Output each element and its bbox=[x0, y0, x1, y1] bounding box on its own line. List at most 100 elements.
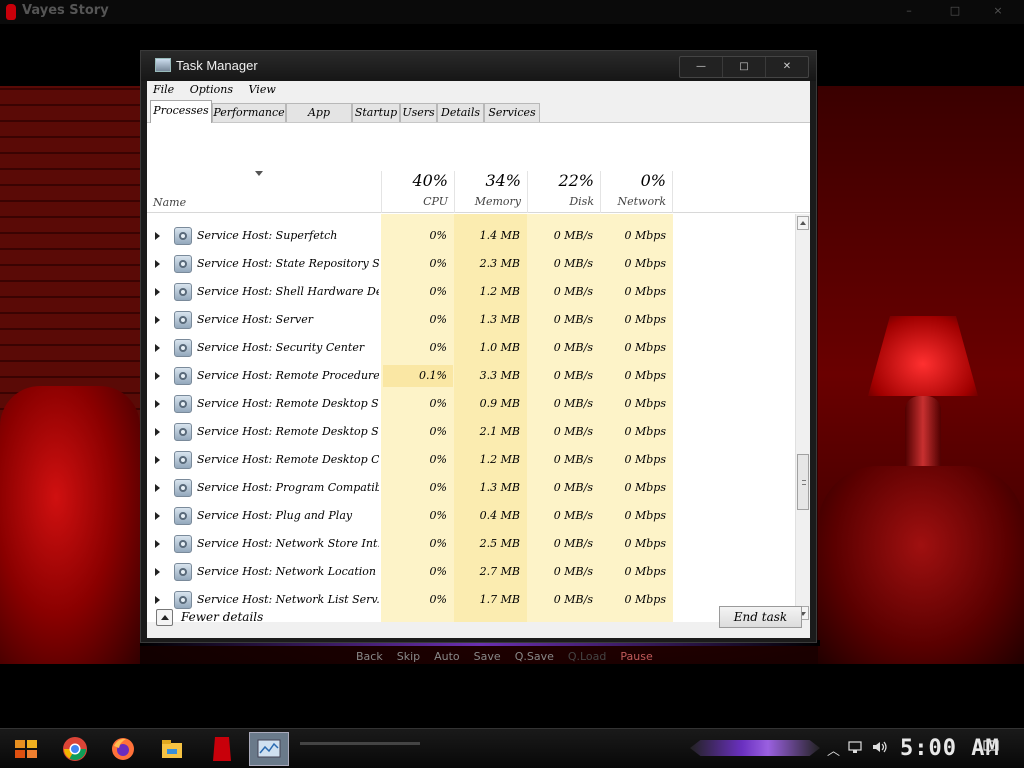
network-label: Network bbox=[617, 195, 666, 208]
vertical-scrollbar[interactable] bbox=[795, 214, 810, 622]
start-button[interactable] bbox=[6, 732, 46, 766]
column-network[interactable]: 0% Network bbox=[600, 171, 673, 213]
expand-arrow-icon[interactable] bbox=[155, 260, 160, 268]
process-name: Service Host: Superfetch bbox=[197, 229, 338, 242]
process-row[interactable]: Service Host: Network Location ... 0% 2.7 … bbox=[147, 558, 795, 586]
action-center-icon[interactable] bbox=[983, 740, 999, 758]
process-disk: 0 MB/s bbox=[553, 593, 593, 606]
process-name: Service Host: State Repository S... bbox=[197, 257, 379, 270]
expand-arrow-icon[interactable] bbox=[155, 540, 160, 548]
column-disk[interactable]: 22% Disk bbox=[527, 171, 600, 213]
process-memory: 1.3 MB bbox=[479, 313, 520, 326]
process-row[interactable]: Service Host: Program Compatibi... 0% 1.3 … bbox=[147, 474, 795, 502]
fewer-details-link[interactable]: Fewer details bbox=[181, 610, 263, 624]
expand-arrow-icon[interactable] bbox=[155, 232, 160, 240]
process-row[interactable]: Service Host: Remote Desktop S... 0% 0.9 M… bbox=[147, 390, 795, 418]
column-memory[interactable]: 34% Memory bbox=[454, 171, 527, 213]
process-row[interactable]: Service Host: Superfetch 0% 1.4 MB 0 MB/s 0 … bbox=[147, 222, 795, 250]
chrome-button[interactable] bbox=[55, 732, 95, 766]
game-close-button[interactable]: × bbox=[983, 4, 1013, 20]
process-memory: 1.4 MB bbox=[479, 229, 520, 242]
menu-file[interactable]: File bbox=[147, 81, 180, 96]
process-network: 0 Mbps bbox=[624, 229, 667, 242]
process-row[interactable]: Service Host: Network Store Int... 0% 2.5 … bbox=[147, 530, 795, 558]
process-row[interactable]: Service Host: Remote Desktop S... 0% 2.1 M… bbox=[147, 418, 795, 446]
column-name[interactable]: Name bbox=[153, 196, 186, 209]
maximize-button[interactable]: □ bbox=[723, 57, 766, 77]
tab-processes[interactable]: Processes bbox=[150, 100, 212, 123]
quick-menu-pause[interactable]: Pause bbox=[620, 650, 652, 666]
expand-arrow-icon[interactable] bbox=[155, 428, 160, 436]
red-sofa bbox=[0, 386, 140, 664]
show-hidden-icons-icon[interactable]: ︿ bbox=[827, 740, 840, 759]
scroll-thumb[interactable] bbox=[797, 454, 809, 510]
service-gear-icon bbox=[174, 283, 192, 301]
tab-users[interactable]: Users bbox=[400, 103, 437, 122]
process-cpu: 0% bbox=[429, 341, 447, 354]
scroll-up-button[interactable] bbox=[797, 216, 809, 230]
tab-performance[interactable]: Performance bbox=[212, 103, 286, 122]
service-gear-icon bbox=[174, 451, 192, 469]
expand-arrow-icon[interactable] bbox=[155, 316, 160, 324]
process-name: Service Host: Plug and Play bbox=[197, 509, 353, 522]
process-disk: 0 MB/s bbox=[553, 537, 593, 550]
process-row[interactable]: Service Host: Plug and Play 0% 0.4 MB 0 MB/… bbox=[147, 502, 795, 530]
tab-services[interactable]: Services bbox=[484, 103, 540, 122]
file-explorer-button[interactable] bbox=[152, 732, 192, 766]
menu-view[interactable]: View bbox=[243, 81, 282, 96]
game-maximize-button[interactable]: □ bbox=[940, 4, 970, 20]
tab-details[interactable]: Details bbox=[437, 103, 484, 122]
expand-arrow-icon[interactable] bbox=[155, 400, 160, 408]
expand-arrow-icon[interactable] bbox=[155, 568, 160, 576]
process-row[interactable]: Service Host: Security Center 0% 1.0 MB 0 M… bbox=[147, 334, 795, 362]
expand-arrow-icon[interactable] bbox=[155, 596, 160, 604]
quick-menu-back[interactable]: Back bbox=[356, 650, 383, 666]
volume-icon[interactable] bbox=[871, 740, 889, 758]
quick-menu-qload[interactable]: Q.Load bbox=[568, 650, 607, 666]
process-name: Service Host: Remote Desktop S... bbox=[197, 397, 379, 410]
fewer-details-icon[interactable] bbox=[156, 609, 173, 626]
quick-menu-save[interactable]: Save bbox=[474, 650, 501, 666]
expand-arrow-icon[interactable] bbox=[155, 512, 160, 520]
menu-options[interactable]: Options bbox=[184, 81, 239, 96]
quick-menu-auto[interactable]: Auto bbox=[434, 650, 460, 666]
end-task-button[interactable]: End task bbox=[719, 606, 802, 628]
process-name: Service Host: Remote Desktop Co... bbox=[197, 453, 379, 466]
process-memory: 3.3 MB bbox=[479, 369, 520, 382]
process-cpu: 0% bbox=[429, 481, 447, 494]
grip-icon bbox=[802, 480, 806, 485]
process-row[interactable]: Service Host: Remote Procedure ... 0.1% 3.… bbox=[147, 362, 795, 390]
process-row[interactable]: Service Host: State Repository S... 0% 2.3… bbox=[147, 250, 795, 278]
quick-menu: Back Skip Auto Save Q.Save Q.Load Pause bbox=[356, 650, 667, 666]
service-gear-icon bbox=[174, 367, 192, 385]
process-row[interactable]: Service Host: Remote Desktop Co... 0% 1.2 … bbox=[147, 446, 795, 474]
tab-app-history[interactable]: App history bbox=[286, 103, 352, 136]
network-icon[interactable] bbox=[848, 740, 864, 758]
expand-arrow-icon[interactable] bbox=[155, 288, 160, 296]
minimize-button[interactable]: — bbox=[680, 57, 723, 77]
process-disk: 0 MB/s bbox=[553, 341, 593, 354]
expand-arrow-icon[interactable] bbox=[155, 344, 160, 352]
expand-arrow-icon[interactable] bbox=[155, 372, 160, 380]
expand-arrow-icon[interactable] bbox=[155, 456, 160, 464]
quick-menu-skip[interactable]: Skip bbox=[397, 650, 420, 666]
process-name: Service Host: Remote Desktop S... bbox=[197, 425, 379, 438]
quick-menu-qsave[interactable]: Q.Save bbox=[515, 650, 554, 666]
process-cpu: 0% bbox=[429, 229, 447, 242]
column-cpu[interactable]: 40% CPU bbox=[381, 171, 454, 213]
process-row[interactable]: Service Host: Shell Hardware De... 0% 1.2 … bbox=[147, 278, 795, 306]
game-minimize-button[interactable]: – bbox=[894, 4, 924, 20]
tab-startup[interactable]: Startup bbox=[352, 103, 400, 122]
task-manager-titlebar[interactable]: Task Manager — □ ✕ bbox=[141, 51, 816, 81]
task-manager-taskbar-button[interactable] bbox=[249, 732, 289, 766]
firefox-button[interactable] bbox=[103, 732, 143, 766]
process-row[interactable]: Service Host: Server 0% 1.3 MB 0 MB/s 0 Mbps bbox=[147, 306, 795, 334]
process-memory: 1.2 MB bbox=[479, 453, 520, 466]
process-memory: 1.7 MB bbox=[479, 593, 520, 606]
process-cpu: 0% bbox=[429, 593, 447, 606]
process-network: 0 Mbps bbox=[624, 313, 667, 326]
close-button[interactable]: ✕ bbox=[766, 57, 808, 77]
expand-arrow-icon[interactable] bbox=[155, 484, 160, 492]
process-disk: 0 MB/s bbox=[553, 509, 593, 522]
game-taskbar-button[interactable] bbox=[202, 732, 242, 766]
